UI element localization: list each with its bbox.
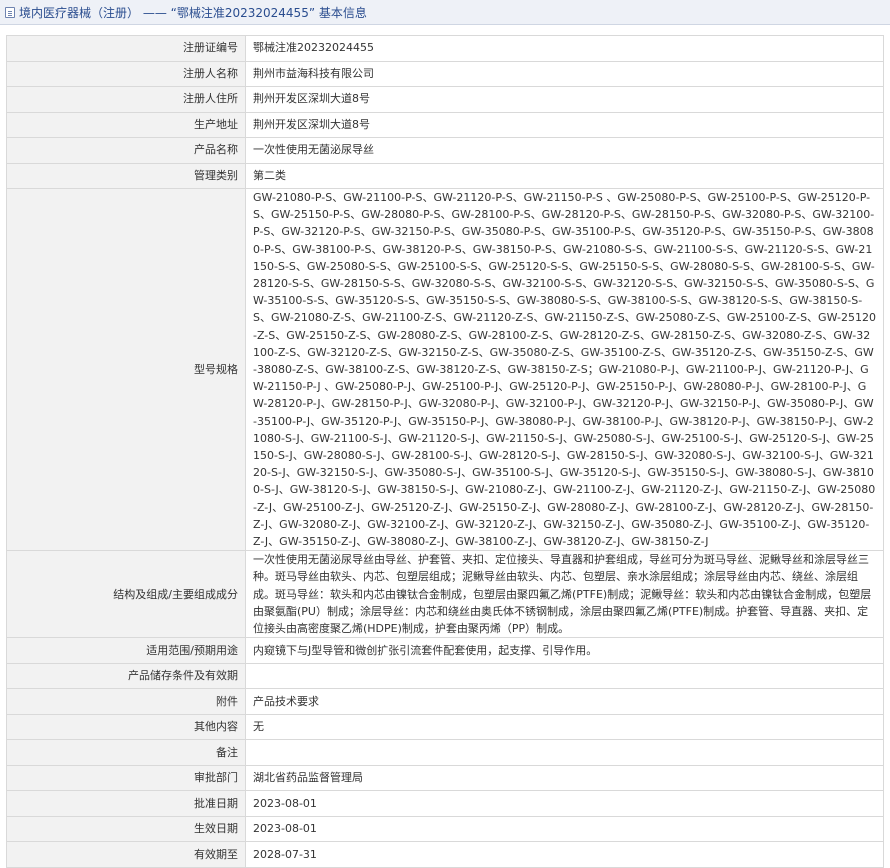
field-label: 结构及组成/主要组成成分	[6, 550, 246, 639]
table-row: 注册人名称 荆州市益海科技有限公司	[6, 60, 884, 87]
field-value: 湖北省药品监督管理局	[245, 764, 884, 792]
table-row: 有效期至 2028-07-31	[6, 841, 884, 868]
table-row: 结构及组成/主要组成成分 一次性使用无菌泌尿导丝由导丝、护套管、夹扣、定位接头、…	[6, 550, 884, 639]
field-value	[245, 662, 884, 690]
table-row: 审批部门 湖北省药品监督管理局	[6, 764, 884, 792]
field-label: 适用范围/预期用途	[6, 637, 246, 664]
field-value: 产品技术要求	[245, 688, 884, 715]
field-label: 其他内容	[6, 713, 246, 741]
field-value: 2028-07-31	[245, 841, 884, 868]
info-table: 注册证编号 鄂械注准20232024455 注册人名称 荆州市益海科技有限公司 …	[6, 35, 884, 868]
field-label: 注册证编号	[6, 35, 246, 62]
table-row: 注册证编号 鄂械注准20232024455	[6, 35, 884, 62]
field-value: 鄂械注准20232024455	[245, 35, 884, 62]
field-label: 产品名称	[6, 137, 246, 164]
field-value: 一次性使用无菌泌尿导丝由导丝、护套管、夹扣、定位接头、导直器和护套组成，导丝可分…	[245, 550, 884, 639]
field-value: GW-21080-P-S、GW-21100-P-S、GW-21120-P-S、G…	[245, 187, 884, 552]
field-value: 一次性使用无菌泌尿导丝	[245, 137, 884, 164]
field-label: 审批部门	[6, 764, 246, 792]
field-label: 管理类别	[6, 162, 246, 189]
page-title: 境内医疗器械（注册） —— “鄂械注准20232024455” 基本信息	[19, 5, 367, 20]
field-label: 注册人住所	[6, 86, 246, 113]
document-icon	[5, 6, 15, 18]
field-label: 型号规格	[6, 187, 246, 552]
table-row: 备注	[6, 739, 884, 766]
table-row: 附件 产品技术要求	[6, 688, 884, 715]
table-row: 生产地址 荆州开发区深圳大道8号	[6, 111, 884, 138]
field-label: 生效日期	[6, 815, 246, 843]
field-value: 第二类	[245, 162, 884, 189]
field-label: 生产地址	[6, 111, 246, 138]
field-value	[245, 739, 884, 766]
table-row: 注册人住所 荆州开发区深圳大道8号	[6, 86, 884, 113]
table-row: 产品名称 一次性使用无菌泌尿导丝	[6, 137, 884, 164]
field-value: 荆州开发区深圳大道8号	[245, 86, 884, 113]
field-value: 荆州开发区深圳大道8号	[245, 111, 884, 138]
table-row: 产品储存条件及有效期	[6, 662, 884, 690]
field-value: 荆州市益海科技有限公司	[245, 60, 884, 87]
field-label: 批准日期	[6, 790, 246, 817]
table-row: 其他内容 无	[6, 713, 884, 741]
table-row: 管理类别 第二类	[6, 162, 884, 189]
field-label: 注册人名称	[6, 60, 246, 87]
table-row: 适用范围/预期用途 内窥镜下与J型导管和微创扩张引流套件配套使用，起支撑、引导作…	[6, 637, 884, 664]
table-row: 型号规格 GW-21080-P-S、GW-21100-P-S、GW-21120-…	[6, 187, 884, 552]
field-value: 无	[245, 713, 884, 741]
field-label: 产品储存条件及有效期	[6, 662, 246, 690]
field-value: 2023-08-01	[245, 815, 884, 843]
field-label: 备注	[6, 739, 246, 766]
field-label: 附件	[6, 688, 246, 715]
table-row: 批准日期 2023-08-01	[6, 790, 884, 817]
page-title-bar: 境内医疗器械（注册） —— “鄂械注准20232024455” 基本信息	[0, 0, 890, 25]
table-row: 生效日期 2023-08-01	[6, 815, 884, 843]
field-value: 2023-08-01	[245, 790, 884, 817]
field-value: 内窥镜下与J型导管和微创扩张引流套件配套使用，起支撑、引导作用。	[245, 637, 884, 664]
field-label: 有效期至	[6, 841, 246, 868]
